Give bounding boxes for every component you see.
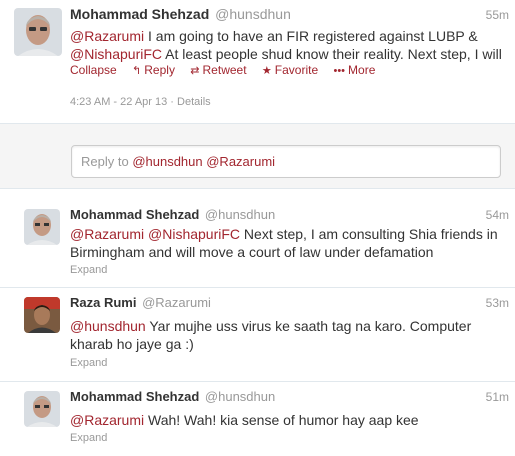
tweet-time[interactable]: 55m — [486, 8, 509, 22]
conversation-tweet[interactable]: Raza Rumi @Razarumi 53m @hunsdhun Yar mu… — [0, 288, 515, 382]
author-username[interactable]: @hunsdhun — [215, 6, 291, 22]
favorite-button[interactable]: ★ Favorite — [262, 63, 318, 77]
conversation-tweet[interactable]: Mohammad Shehzad @hunsdhun 54m @Razarumi… — [0, 200, 515, 288]
reply-icon: ↰ — [132, 65, 142, 77]
tweet-text: @hunsdhun Yar mujhe uss virus ke saath t… — [70, 318, 472, 352]
avatar-mohammad-shehzad[interactable] — [14, 8, 62, 56]
retweet-icon: ⇄ — [190, 65, 200, 77]
avatar-mohammad-shehzad[interactable] — [24, 391, 60, 427]
author-fullname[interactable]: Mohammad Shehzad — [70, 207, 199, 222]
tweet-text: @Razarumi I am going to have an FIR regi… — [70, 28, 502, 62]
tweet-actions: Collapse ↰ Reply ⇄ Retweet ★ Favorite ••• Mo… — [70, 63, 387, 77]
tweet-time[interactable]: 51m — [486, 390, 509, 404]
author-username[interactable]: @hunsdhun — [205, 207, 275, 222]
author-username[interactable]: @Razarumi — [142, 295, 211, 310]
mention-link[interactable]: @NishapuriFC — [148, 226, 240, 242]
expand-link[interactable]: Expand — [70, 432, 107, 444]
reply-button[interactable]: ↰ Reply — [132, 63, 175, 77]
retweet-button[interactable]: ⇄ Retweet — [190, 63, 246, 77]
tweet-text: @Razarumi Wah! Wah! kia sense of humor h… — [70, 412, 419, 428]
reply-mentions: @hunsdhun @Razarumi — [132, 154, 276, 169]
tweet-header: Mohammad Shehzad @hunsdhun — [70, 389, 275, 404]
expand-link[interactable]: Expand — [70, 357, 107, 369]
collapse-button[interactable]: Collapse — [70, 63, 117, 77]
tweet-header: Mohammad Shehzad @hunsdhun — [70, 6, 291, 22]
star-icon: ★ — [261, 65, 272, 77]
tweet-time[interactable]: 53m — [486, 296, 509, 310]
mention-link[interactable]: @Razarumi — [70, 28, 144, 44]
expand-link[interactable]: Expand — [70, 264, 107, 276]
author-fullname[interactable]: Raza Rumi — [70, 295, 136, 310]
reply-composer: Reply to @hunsdhun @Razarumi — [0, 123, 515, 189]
more-dots-icon: ••• — [333, 65, 346, 77]
tweet-header: Raza Rumi @Razarumi — [70, 295, 211, 310]
expanded-tweet: Mohammad Shehzad @hunsdhun 55m @Razarumi… — [0, 0, 515, 123]
tweet-text: @Razarumi @NishapuriFC Next step, I am c… — [70, 226, 498, 260]
mention-link[interactable]: @Razarumi — [70, 226, 144, 242]
conversation-tweet[interactable]: Mohammad Shehzad @hunsdhun 51m @Razarumi… — [0, 382, 515, 456]
mention-link[interactable]: @hunsdhun — [70, 318, 146, 334]
mention-link[interactable]: @Razarumi — [70, 412, 144, 428]
author-username[interactable]: @hunsdhun — [205, 389, 275, 404]
tweet-meta: 4:23 AM - 22 Apr 13 · Details — [70, 96, 211, 108]
tweet-timestamp[interactable]: 4:23 AM - 22 Apr 13 — [70, 96, 167, 108]
tweet-header: Mohammad Shehzad @hunsdhun — [70, 207, 275, 222]
avatar-raza-rumi[interactable] — [24, 297, 60, 333]
more-button[interactable]: ••• More — [333, 63, 375, 77]
details-link[interactable]: Details — [177, 96, 211, 108]
author-fullname[interactable]: Mohammad Shehzad — [70, 389, 199, 404]
reply-input[interactable]: Reply to @hunsdhun @Razarumi — [71, 145, 501, 178]
avatar-mohammad-shehzad[interactable] — [24, 209, 60, 245]
tweet-time[interactable]: 54m — [486, 208, 509, 222]
mention-link[interactable]: @NishapuriFC — [70, 46, 162, 62]
author-fullname[interactable]: Mohammad Shehzad — [70, 6, 209, 22]
